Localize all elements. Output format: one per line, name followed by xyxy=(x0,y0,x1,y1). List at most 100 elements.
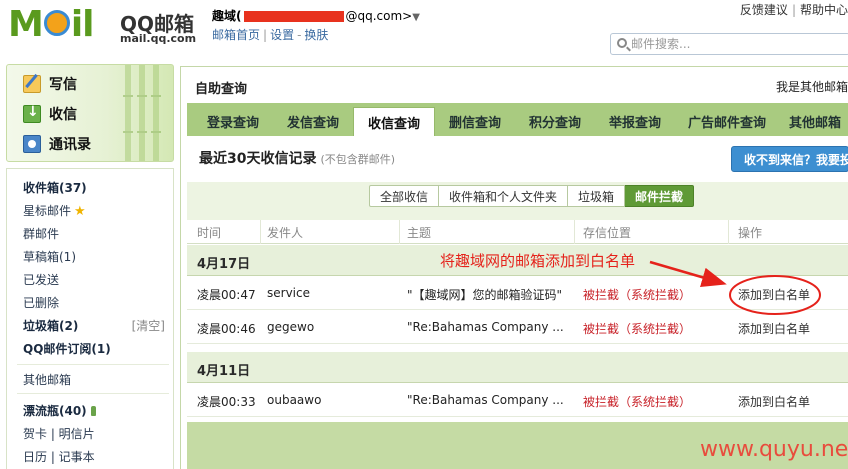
sidebar-item-starred[interactable]: 星标邮件 ★ xyxy=(23,202,86,219)
contacts-button[interactable]: 通讯录 xyxy=(23,133,91,155)
table-row[interactable]: 凌晨00:33 oubaawo "Re:Bahamas Company ... … xyxy=(187,384,848,417)
section-note: (不包含群邮件) xyxy=(320,153,396,166)
filter-all[interactable]: 全部收信 xyxy=(369,185,440,207)
bamboo-decoration xyxy=(123,65,133,161)
sidebar-item-drafts[interactable]: 草稿箱(1) xyxy=(23,248,76,265)
add-to-whitelist-link[interactable]: 添加到白名单 xyxy=(738,393,810,410)
home-links: 邮箱首页 | 设置 - 换肤 xyxy=(212,28,329,42)
sidebar-item-cards[interactable]: 贺卡 | 明信片 xyxy=(23,425,95,442)
tab-delete-query[interactable]: 删信查询 xyxy=(435,107,515,136)
sidebar-item-other-mailboxes[interactable]: 其他邮箱 xyxy=(23,371,71,388)
row-sender: service xyxy=(267,286,310,300)
date-group-header: 4月11日 xyxy=(187,352,848,383)
filter-bar: 全部收信 收件箱和个人文件夹 垃圾箱 邮件拦截 xyxy=(187,182,848,220)
col-time: 时间 xyxy=(197,226,222,240)
pencil-icon xyxy=(23,75,41,93)
home-link[interactable]: 邮箱首页 xyxy=(212,28,260,42)
sidebar-item-subscriptions[interactable]: QQ邮件订阅(1) xyxy=(23,340,111,357)
bamboo-decoration xyxy=(137,65,147,161)
search-input[interactable] xyxy=(631,36,841,52)
bottle-icon xyxy=(90,406,96,416)
divider xyxy=(574,220,575,244)
row-time: 凌晨00:33 xyxy=(197,395,256,409)
col-subject: 主题 xyxy=(407,226,432,240)
empty-spam-link[interactable]: [清空] xyxy=(132,317,165,334)
row-location: 被拦截（系统拦截） xyxy=(583,322,692,336)
sidebar-item-group-mail[interactable]: 群邮件 xyxy=(23,225,59,242)
help-center-link[interactable]: 帮助中心 xyxy=(800,3,848,17)
row-sender: oubaawo xyxy=(267,393,322,407)
user-account[interactable]: 趣域(@qq.com>▼ xyxy=(212,7,420,24)
address-book-icon xyxy=(23,135,41,153)
sidebar-item-deleted[interactable]: 已删除 xyxy=(23,294,59,311)
sidebar-item-calendar[interactable]: 日历 | 记事本 xyxy=(23,448,95,465)
divider xyxy=(17,393,169,394)
tab-login-query[interactable]: 登录查询 xyxy=(193,107,273,136)
col-location: 存信位置 xyxy=(583,226,632,240)
filter-spam[interactable]: 垃圾箱 xyxy=(568,185,626,207)
logo-domain: mail.qq.com xyxy=(120,32,197,45)
other-mailbox-link[interactable]: 我是其他邮箱 xyxy=(776,78,848,95)
sidebar-item-inbox[interactable]: 收件箱(37) xyxy=(23,179,87,196)
watermark: www.quyu.net xyxy=(700,437,848,462)
divider xyxy=(399,220,400,244)
col-sender: 发件人 xyxy=(267,226,304,240)
divider xyxy=(260,220,261,244)
tab-ad-mail-query[interactable]: 广告邮件查询 xyxy=(675,107,779,136)
tab-report-query[interactable]: 举报查询 xyxy=(595,107,675,136)
settings-link[interactable]: 设置 xyxy=(270,28,294,42)
section-header: 最近30天收信记录 (不包含群邮件) 收不到来信？我要投 xyxy=(187,136,848,182)
cannot-receive-button[interactable]: 收不到来信？我要投 xyxy=(731,146,848,172)
quick-actions-panel: 写信 收信 通讯录 xyxy=(6,64,174,162)
chevron-down-icon[interactable]: ▼ xyxy=(412,12,420,23)
row-subject: "Re:Bahamas Company ... xyxy=(407,393,564,407)
receive-button[interactable]: 收信 xyxy=(23,103,77,125)
qq-mail-logo[interactable]: Mil QQ邮箱 mail.qq.com xyxy=(8,4,198,48)
row-time: 凌晨00:46 xyxy=(197,322,256,336)
add-to-whitelist-link[interactable]: 添加到白名单 xyxy=(738,320,810,337)
divider xyxy=(728,220,729,244)
row-location: 被拦截（系统拦截） xyxy=(583,288,692,302)
header: Mil QQ邮箱 mail.qq.com 趣域(@qq.com>▼ 邮箱首页 | 设… xyxy=(0,0,848,62)
contacts-label: 通讯录 xyxy=(49,137,91,153)
annotation-text: 将趣域网的邮箱添加到白名单 xyxy=(440,252,636,270)
filter-blocked[interactable]: 邮件拦截 xyxy=(625,185,695,207)
feedback-link[interactable]: 反馈建议 xyxy=(740,3,788,17)
sidebar-item-spam[interactable]: 垃圾箱(2) xyxy=(23,317,78,334)
tab-other-mailbox[interactable]: 其他邮箱 xyxy=(779,107,848,136)
row-time: 凌晨00:47 xyxy=(197,288,256,302)
top-links: 反馈建议 | 帮助中心 xyxy=(739,3,848,17)
user-email: @qq.com> xyxy=(345,9,413,23)
row-subject: "Re:Bahamas Company ... xyxy=(407,320,564,334)
section-title: 最近30天收信记录 (不包含群邮件) xyxy=(199,151,396,167)
receive-label: 收信 xyxy=(49,107,77,123)
filter-inbox-folders[interactable]: 收件箱和个人文件夹 xyxy=(439,185,569,207)
search-box[interactable] xyxy=(610,33,848,55)
query-tabs: 登录查询 发信查询 收信查询 删信查询 积分查询 举报查询 广告邮件查询 其他邮… xyxy=(187,103,848,136)
sidebar-item-drift-bottle[interactable]: 漂流瓶(40) xyxy=(23,402,96,419)
tab-send-query[interactable]: 发信查询 xyxy=(273,107,353,136)
sidebar-item-sent[interactable]: 已发送 xyxy=(23,271,59,288)
compose-label: 写信 xyxy=(49,77,77,93)
tab-receive-query[interactable]: 收信查询 xyxy=(353,107,435,136)
col-action: 操作 xyxy=(738,226,763,240)
row-sender: gegewo xyxy=(267,320,315,334)
logo-mark: Mil xyxy=(8,4,95,45)
table-row[interactable]: 凌晨00:47 service "【趣域网】您的邮箱验证码" 被拦截（系统拦截）… xyxy=(187,277,848,310)
search-icon xyxy=(617,38,627,48)
table-header: 时间 发件人 主题 存信位置 操作 xyxy=(187,220,848,244)
add-to-whitelist-link[interactable]: 添加到白名单 xyxy=(738,286,810,303)
divider xyxy=(17,364,169,365)
star-icon: ★ xyxy=(74,204,86,219)
tab-points-query[interactable]: 积分查询 xyxy=(515,107,595,136)
switch-skin-link[interactable]: 换肤 xyxy=(304,28,328,42)
inbox-download-icon xyxy=(23,104,41,123)
redacted-block xyxy=(243,11,344,22)
folder-list: 收件箱(37) 星标邮件 ★ 群邮件 草稿箱(1) 已发送 已删除 垃圾箱(2) … xyxy=(6,168,174,469)
bamboo-decoration xyxy=(151,65,161,161)
table-row[interactable]: 凌晨00:46 gegewo "Re:Bahamas Company ... 被… xyxy=(187,311,848,344)
row-subject: "【趣域网】您的邮箱验证码" xyxy=(407,288,563,302)
page-title: 自助查询 xyxy=(195,82,248,97)
compose-button[interactable]: 写信 xyxy=(23,73,77,95)
row-location: 被拦截（系统拦截） xyxy=(583,395,692,409)
